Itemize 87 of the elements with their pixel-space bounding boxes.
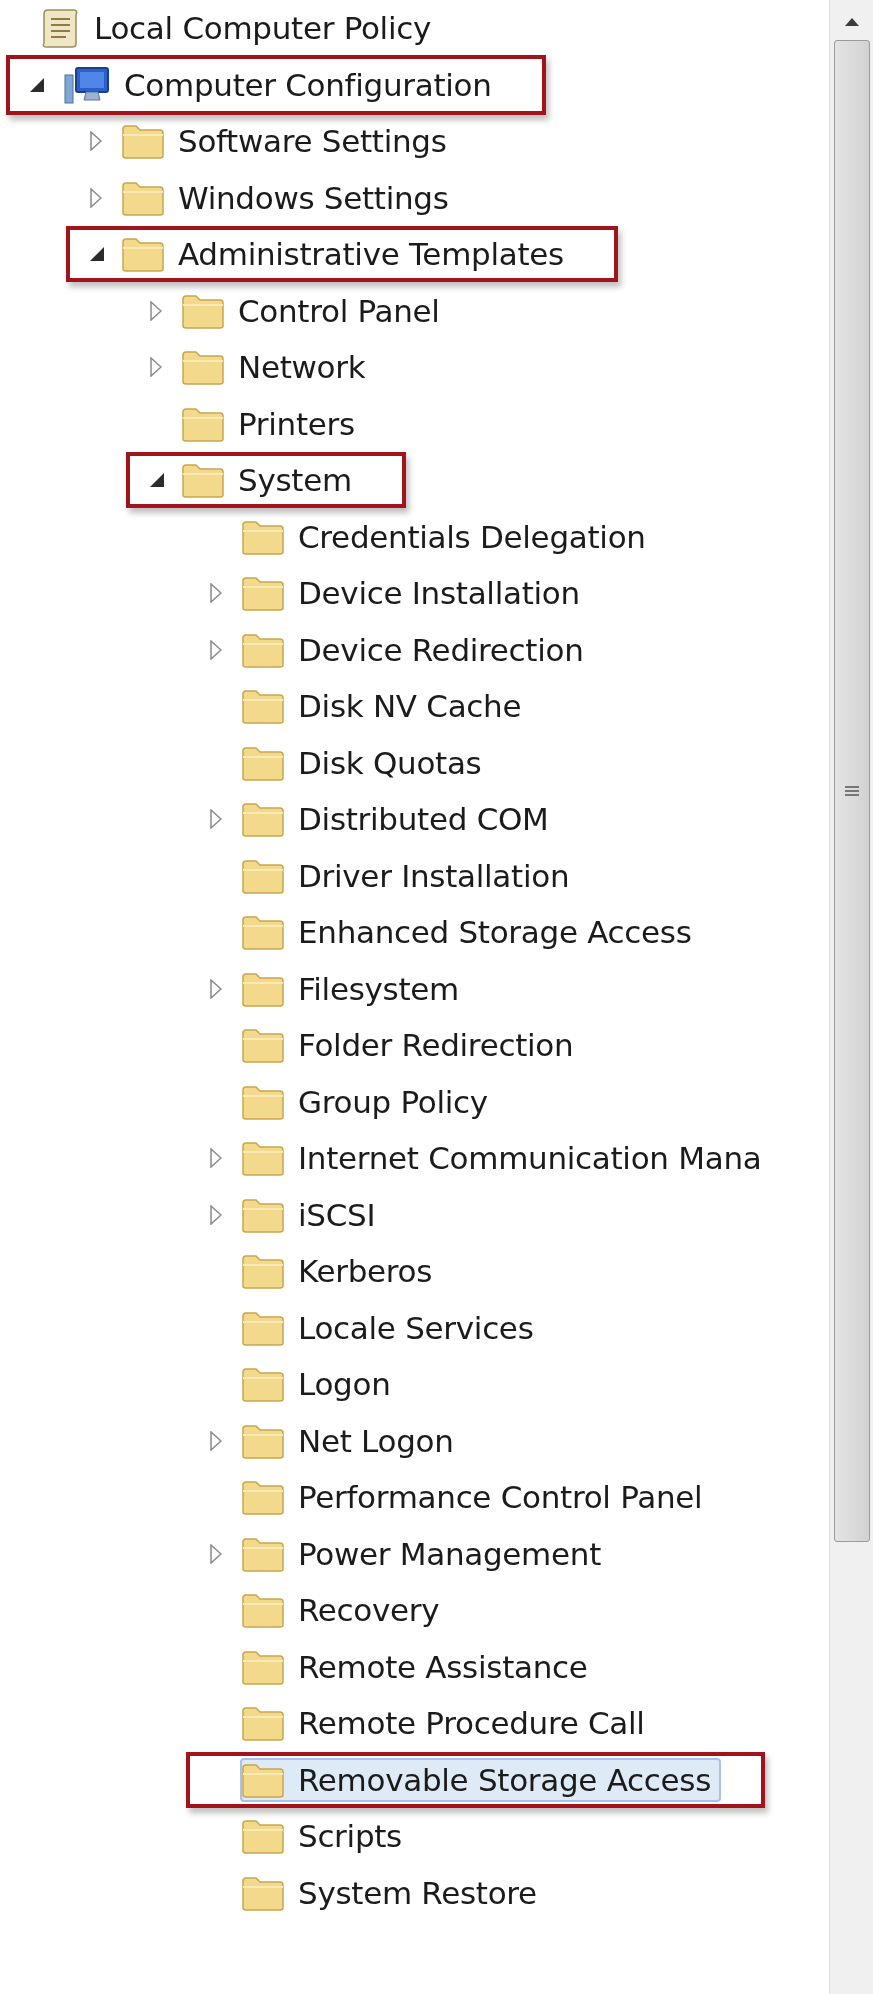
folder-icon bbox=[242, 1761, 284, 1798]
tree-item[interactable]: Enhanced Storage Access bbox=[240, 910, 702, 955]
tree-item[interactable]: Internet Communication Mana bbox=[240, 1136, 772, 1181]
tree-item[interactable]: Disk NV Cache bbox=[240, 684, 532, 729]
folder-icon bbox=[242, 1874, 284, 1911]
collapsed-arrow-icon[interactable] bbox=[210, 978, 222, 999]
collapsed-arrow-icon[interactable] bbox=[210, 1430, 222, 1451]
expanded-arrow-icon[interactable] bbox=[30, 77, 44, 92]
folder-icon bbox=[242, 857, 284, 894]
tree-item[interactable]: Filesystem bbox=[240, 966, 469, 1011]
collapsed-arrow-icon[interactable] bbox=[210, 809, 222, 830]
folder-icon bbox=[242, 1592, 284, 1629]
folder-icon bbox=[242, 1196, 284, 1233]
tree-item[interactable]: Kerberos bbox=[240, 1249, 443, 1294]
tree-item[interactable]: Recovery bbox=[240, 1588, 450, 1633]
folder-icon bbox=[242, 1027, 284, 1064]
folder-icon bbox=[242, 1479, 284, 1516]
folder-icon bbox=[182, 292, 224, 329]
folder-icon bbox=[122, 179, 164, 216]
computer-icon bbox=[62, 64, 110, 105]
expanded-arrow-icon[interactable] bbox=[90, 247, 104, 262]
folder-icon bbox=[242, 970, 284, 1007]
collapsed-arrow-icon[interactable] bbox=[90, 131, 102, 152]
tree-item[interactable]: Control Panel bbox=[180, 288, 450, 333]
collapsed-arrow-icon[interactable] bbox=[210, 1148, 222, 1169]
collapsed-arrow-icon[interactable] bbox=[210, 1204, 222, 1225]
tree-item[interactable]: Disk Quotas bbox=[240, 740, 492, 785]
folder-icon bbox=[242, 1818, 284, 1855]
folder-icon bbox=[122, 236, 164, 273]
folder-icon bbox=[242, 1422, 284, 1459]
folder-icon bbox=[242, 688, 284, 725]
tree-item[interactable]: Windows Settings bbox=[120, 175, 459, 220]
tree-item[interactable]: Remote Procedure Call bbox=[240, 1701, 655, 1746]
tree-item[interactable]: Folder Redirection bbox=[240, 1023, 584, 1068]
folder-icon bbox=[242, 1648, 284, 1685]
tree-item[interactable]: Net Logon bbox=[240, 1418, 464, 1463]
folder-icon bbox=[242, 1366, 284, 1403]
folder-icon bbox=[242, 518, 284, 555]
collapsed-arrow-icon[interactable] bbox=[210, 1543, 222, 1564]
tree-item[interactable]: Device Installation bbox=[240, 571, 590, 616]
tree-item[interactable]: Computer Configuration bbox=[60, 60, 502, 109]
folder-icon bbox=[182, 349, 224, 386]
folder-icon bbox=[242, 1083, 284, 1120]
collapsed-arrow-icon[interactable] bbox=[210, 639, 222, 660]
scrollbar-thumb[interactable] bbox=[833, 40, 870, 1542]
folder-icon bbox=[242, 1309, 284, 1346]
folder-icon bbox=[242, 914, 284, 951]
folder-icon bbox=[242, 1253, 284, 1290]
folder-icon bbox=[242, 1140, 284, 1177]
tree-item[interactable]: Scripts bbox=[240, 1814, 412, 1859]
scroll-up-arrow-icon[interactable] bbox=[844, 18, 859, 26]
tree-item[interactable]: Removable Storage Access bbox=[240, 1757, 721, 1802]
tree-item[interactable]: Performance Control Panel bbox=[240, 1475, 713, 1520]
folder-icon bbox=[182, 462, 224, 499]
folder-icon bbox=[242, 1535, 284, 1572]
folder-icon bbox=[242, 801, 284, 838]
tree-item[interactable]: iSCSI bbox=[240, 1192, 386, 1237]
grip-icon bbox=[844, 786, 859, 796]
tree-item[interactable]: Distributed COM bbox=[240, 797, 559, 842]
collapsed-arrow-icon[interactable] bbox=[210, 583, 222, 604]
collapsed-arrow-icon[interactable] bbox=[150, 300, 162, 321]
tree-item[interactable]: Driver Installation bbox=[240, 853, 580, 898]
expanded-arrow-icon[interactable] bbox=[150, 473, 164, 488]
tree-item[interactable]: Remote Assistance bbox=[240, 1644, 598, 1689]
tree-item[interactable]: Credentials Delegation bbox=[240, 514, 656, 559]
tree-item[interactable]: Network bbox=[180, 345, 376, 390]
tree-item[interactable]: System Restore bbox=[240, 1870, 547, 1915]
tree-item[interactable]: Administrative Templates bbox=[120, 232, 574, 277]
folder-icon bbox=[242, 744, 284, 781]
tree-item[interactable]: Power Management bbox=[240, 1531, 611, 1576]
collapsed-arrow-icon[interactable] bbox=[90, 187, 102, 208]
folder-icon bbox=[182, 405, 224, 442]
scrollbar[interactable] bbox=[829, 0, 873, 1994]
tree-item[interactable]: Logon bbox=[240, 1362, 401, 1407]
collapsed-arrow-icon[interactable] bbox=[150, 357, 162, 378]
folder-icon bbox=[242, 631, 284, 668]
tree-item[interactable]: Local Computer Policy bbox=[38, 2, 442, 55]
folder-icon bbox=[242, 575, 284, 612]
scroll-icon bbox=[40, 6, 80, 51]
folder-icon bbox=[242, 1705, 284, 1742]
folder-icon bbox=[122, 123, 164, 160]
tree-item[interactable]: Software Settings bbox=[120, 119, 457, 164]
tree-item[interactable]: Printers bbox=[180, 401, 365, 446]
tree-item[interactable]: Group Policy bbox=[240, 1079, 498, 1124]
tree-item[interactable]: Locale Services bbox=[240, 1305, 544, 1350]
tree-item[interactable]: System bbox=[180, 458, 362, 503]
tree-item[interactable]: Device Redirection bbox=[240, 627, 594, 672]
